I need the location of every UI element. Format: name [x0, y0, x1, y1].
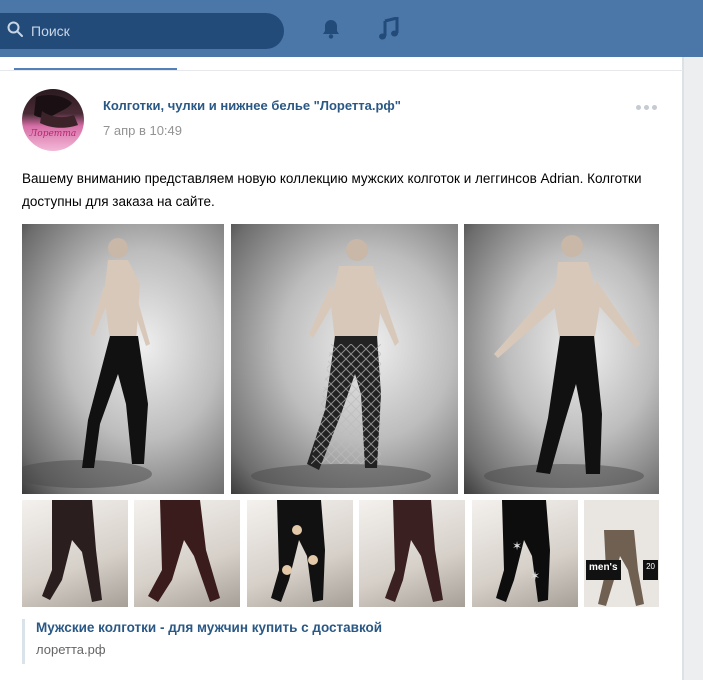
avatar-caption: Лоретта	[29, 129, 77, 139]
model-figure-icon	[251, 239, 431, 488]
post-photo-2[interactable]	[231, 224, 458, 494]
link-attachment-title[interactable]: Мужские колготки - для мужчин купить с д…	[36, 620, 382, 635]
scrollbar-track[interactable]	[683, 57, 703, 680]
model-figure-icon	[22, 238, 152, 488]
legs-figure-icon: ✶✶	[496, 500, 550, 602]
legs-figure-icon	[598, 530, 644, 606]
post-text: Вашему вниманию представляем новую колле…	[22, 171, 642, 209]
author-avatar[interactable]: Лоретта	[22, 89, 84, 151]
brand-label: men's	[586, 560, 621, 580]
post-timestamp[interactable]: 7 апр в 10:49	[103, 123, 182, 138]
link-attachment-bar	[22, 619, 25, 664]
post-thumb-4[interactable]	[359, 500, 465, 607]
more-options-icon[interactable]	[636, 105, 657, 110]
music-icon[interactable]	[376, 16, 402, 42]
top-navigation-bar	[0, 0, 703, 57]
link-attachment-domain[interactable]: лоретта.рф	[36, 642, 106, 657]
legs-figure-icon	[271, 500, 325, 602]
bell-icon[interactable]	[318, 16, 344, 42]
svg-text:✶: ✶	[530, 569, 540, 583]
search-icon	[6, 20, 24, 43]
tab-divider	[0, 70, 683, 71]
post-card: Лоретта Колготки, чулки и нижнее белье "…	[0, 57, 683, 680]
post-thumb-1[interactable]	[22, 500, 128, 607]
post-photo-3[interactable]	[464, 224, 659, 494]
post-thumb-5[interactable]: ✶ ✶	[472, 500, 578, 607]
model-figure-icon	[484, 235, 644, 488]
legs-figure-icon	[42, 500, 102, 602]
brand-number: 20	[643, 560, 658, 580]
svg-text:✶: ✶	[512, 539, 522, 553]
avatar-figure-icon	[34, 95, 78, 128]
search-input[interactable]	[31, 23, 271, 39]
post-thumb-6[interactable]	[584, 500, 659, 607]
thumb-brand-badge: men's 20	[586, 560, 658, 580]
search-box[interactable]	[0, 13, 284, 49]
legs-figure-icon	[385, 500, 443, 602]
active-tab-indicator	[14, 68, 177, 70]
post-thumb-2[interactable]	[134, 500, 240, 607]
post-photo-1[interactable]	[22, 224, 224, 494]
post-author-link[interactable]: Колготки, чулки и нижнее белье "Лоретта.…	[103, 98, 401, 113]
legs-figure-icon	[148, 500, 220, 602]
post-thumb-3[interactable]	[247, 500, 353, 607]
